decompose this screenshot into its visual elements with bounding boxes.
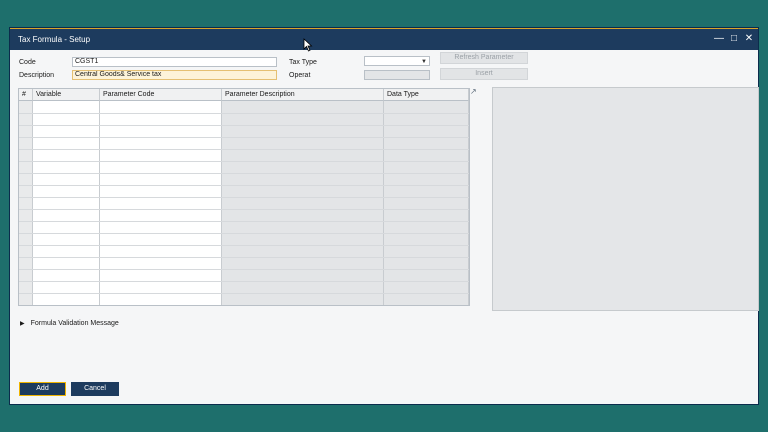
code-label: Code bbox=[19, 59, 36, 66]
table-row bbox=[19, 305, 469, 306]
table-row bbox=[19, 137, 469, 138]
table-row bbox=[19, 281, 469, 282]
description-label: Description bbox=[19, 72, 55, 79]
data-type-column bbox=[384, 101, 469, 305]
formula-validation-label: Formula Validation Message bbox=[30, 320, 119, 327]
table-row bbox=[19, 149, 469, 150]
parameter-grid: # Variable Parameter Code Parameter Desc… bbox=[18, 88, 470, 306]
window-title: Tax Formula - Setup bbox=[18, 35, 91, 44]
variable-column[interactable] bbox=[33, 101, 100, 305]
table-row bbox=[19, 185, 469, 186]
add-button[interactable]: Add bbox=[19, 382, 66, 396]
insert-button[interactable]: Insert bbox=[440, 68, 528, 80]
table-row bbox=[19, 125, 469, 126]
close-icon[interactable]: ✕ bbox=[742, 32, 756, 46]
table-row bbox=[19, 173, 469, 174]
refresh-parameter-button[interactable]: Refresh Parameter bbox=[440, 52, 528, 64]
tax-type-label: Tax Type bbox=[289, 59, 317, 66]
table-row bbox=[19, 245, 469, 246]
cancel-button[interactable]: Cancel bbox=[71, 382, 119, 396]
maximize-icon[interactable]: □ bbox=[727, 32, 741, 46]
table-row bbox=[19, 293, 469, 294]
operator-field[interactable] bbox=[364, 70, 430, 80]
expand-icon[interactable]: ↗ bbox=[470, 88, 478, 96]
table-row bbox=[19, 113, 469, 114]
table-row bbox=[19, 161, 469, 162]
table-row bbox=[19, 221, 469, 222]
table-row bbox=[19, 209, 469, 210]
table-row bbox=[19, 197, 469, 198]
formula-validation-toggle[interactable]: ▶ Formula Validation Message bbox=[20, 320, 119, 327]
table-row bbox=[19, 269, 469, 270]
tax-type-dropdown[interactable]: ▼ bbox=[364, 56, 430, 66]
parameter-description-column bbox=[222, 101, 384, 305]
code-field[interactable]: CGST1 bbox=[72, 57, 277, 67]
title-bar: Tax Formula - Setup — □ ✕ bbox=[10, 28, 758, 50]
tax-formula-setup-window: Tax Formula - Setup — □ ✕ Code CGST1 Des… bbox=[9, 27, 759, 405]
grid-header-data-type[interactable]: Data Type bbox=[384, 89, 469, 101]
operator-label: Operat bbox=[289, 72, 311, 79]
grid-header-parameter-code[interactable]: Parameter Code bbox=[100, 89, 222, 101]
minimize-icon[interactable]: — bbox=[712, 32, 726, 46]
row-number-column bbox=[19, 101, 33, 305]
grid-header-row-number: # bbox=[19, 89, 33, 101]
table-row bbox=[19, 257, 469, 258]
table-row bbox=[19, 233, 469, 234]
expand-triangle-icon: ▶ bbox=[20, 321, 25, 327]
dropdown-arrow-icon: ▼ bbox=[421, 59, 427, 65]
grid-header-parameter-description[interactable]: Parameter Description bbox=[222, 89, 384, 101]
grid-header-variable[interactable]: Variable bbox=[33, 89, 100, 101]
formula-panel[interactable] bbox=[492, 87, 759, 311]
parameter-code-column[interactable] bbox=[100, 101, 222, 305]
description-field[interactable]: Central Goods& Service tax bbox=[72, 70, 277, 80]
mouse-cursor-icon bbox=[303, 38, 313, 52]
